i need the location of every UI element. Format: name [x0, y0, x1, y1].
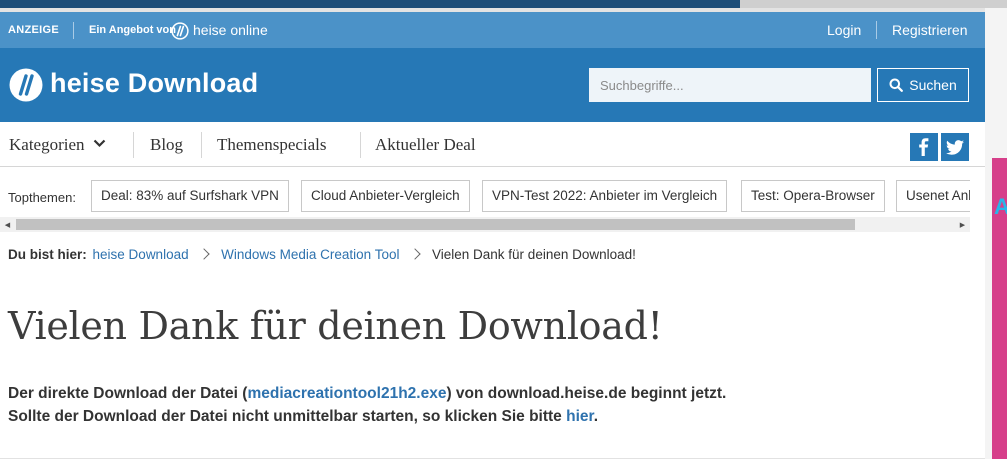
topthemen-chip[interactable]: Deal: 83% auf Surfshark VPN: [91, 180, 289, 212]
facebook-button[interactable]: [910, 133, 938, 161]
facebook-icon: [919, 138, 929, 156]
breadcrumb-link-home[interactable]: heise Download: [93, 247, 189, 262]
breadcrumb: Du bist hier: heise Download Windows Med…: [8, 247, 636, 262]
chevron-right-icon: [409, 248, 421, 260]
topthemen-chip[interactable]: VPN-Test 2022: Anbieter im Vergleich: [482, 180, 728, 212]
chevron-down-icon: [93, 139, 106, 148]
scroll-left-arrow-icon[interactable]: ◀: [0, 217, 15, 232]
download-line-2-after: .: [593, 408, 599, 425]
side-advertisement[interactable]: A: [985, 8, 1007, 459]
nav-divider: [201, 132, 202, 158]
heise-online-link[interactable]: heise online: [193, 22, 268, 38]
breadcrumb-link-product[interactable]: Windows Media Creation Tool: [221, 247, 399, 262]
twitter-icon: [946, 139, 964, 155]
ad-bar: ANZEIGE Ein Angebot von heise online Log…: [0, 12, 985, 48]
topthemen-bar: Topthemen: Deal: 83% auf Surfshark VPN C…: [0, 178, 970, 214]
top-banner-strip-right: [740, 0, 1007, 8]
topthemen-scrollbar[interactable]: ◀ ▶: [0, 217, 970, 232]
top-banner-strip: [0, 0, 740, 8]
nav-kategorien-label: Kategorien: [9, 135, 85, 154]
download-line-1: Der direkte Download der Datei (mediacre…: [8, 382, 726, 405]
download-line-1-before: Der direkte Download der Datei (: [8, 385, 248, 402]
search-button[interactable]: Suchen: [877, 68, 969, 102]
scroll-right-arrow-icon[interactable]: ▶: [955, 217, 970, 232]
main-navigation: Kategorien Blog Themenspecials Aktueller…: [0, 122, 985, 167]
scrollbar-thumb[interactable]: [16, 219, 855, 230]
nav-aktueller-deal[interactable]: Aktueller Deal: [375, 135, 476, 155]
login-link[interactable]: Login: [827, 22, 861, 38]
site-logo-text[interactable]: heise Download: [50, 68, 258, 99]
search-button-label: Suchen: [909, 77, 957, 93]
nav-divider: [360, 132, 361, 158]
manual-download-link[interactable]: hier: [566, 408, 594, 425]
download-line-2-before: Sollte der Download der Datei nicht unmi…: [8, 408, 567, 425]
download-line-2: Sollte der Download der Datei nicht unmi…: [8, 405, 726, 428]
nav-kategorien[interactable]: Kategorien: [9, 135, 106, 155]
site-header: heise Download Suchen: [0, 48, 985, 122]
twitter-button[interactable]: [941, 133, 969, 161]
topthemen-chip[interactable]: Test: Opera-Browser: [741, 180, 885, 212]
download-message: Der direkte Download der Datei (mediacre…: [8, 382, 726, 428]
anzeige-label: ANZEIGE: [8, 24, 59, 36]
topthemen-chip[interactable]: Usenet Anbieter: [896, 180, 970, 212]
ad-bar-divider: [73, 22, 74, 39]
nav-divider: [133, 132, 134, 158]
nav-blog[interactable]: Blog: [150, 135, 183, 155]
breadcrumb-prefix: Du bist hier:: [8, 247, 87, 262]
heise-logo-icon[interactable]: [171, 22, 189, 40]
chevron-right-icon: [198, 248, 211, 260]
register-link[interactable]: Registrieren: [892, 22, 967, 38]
page-title: Vielen Dank für deinen Download!: [8, 304, 663, 348]
heise-download-logo-icon[interactable]: [8, 67, 44, 103]
offer-label: Ein Angebot von: [89, 24, 176, 36]
search-icon: [889, 78, 904, 92]
topthemen-chip[interactable]: Cloud Anbieter-Vergleich: [301, 180, 470, 212]
account-divider: [876, 21, 877, 39]
search-input[interactable]: [589, 68, 871, 102]
side-ad-letter: A: [994, 194, 1007, 219]
download-line-1-after: ) von download.heise.de beginnt jetzt.: [446, 385, 727, 402]
file-download-link[interactable]: mediacreationtool21h2.exe: [247, 385, 446, 402]
breadcrumb-current: Vielen Dank für deinen Download!: [432, 247, 636, 262]
topthemen-label: Topthemen:: [8, 190, 76, 205]
nav-themenspecials[interactable]: Themenspecials: [217, 135, 327, 155]
page: ANZEIGE Ein Angebot von heise online Log…: [0, 12, 985, 459]
